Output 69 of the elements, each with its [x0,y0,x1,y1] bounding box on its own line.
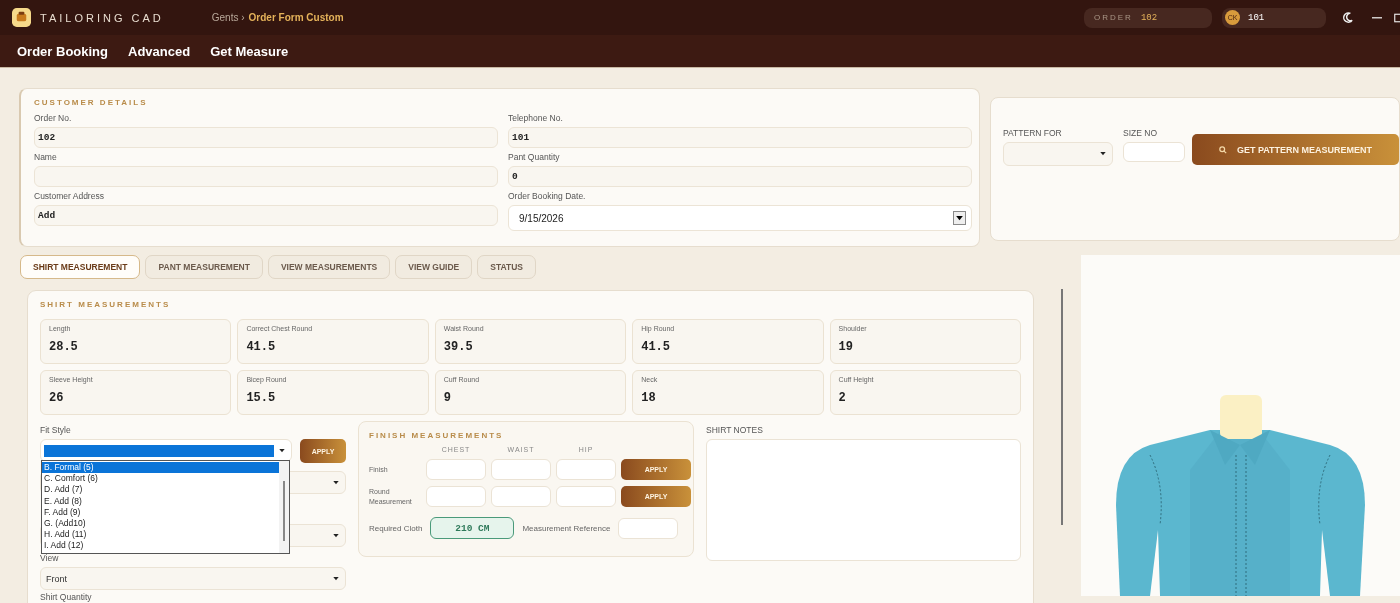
order-badge: ORDER 102 [1084,7,1212,28]
input-field[interactable] [426,486,486,507]
breadcrumb-current: Order Form Custom [248,12,344,23]
input-field[interactable] [491,459,551,480]
nav-link[interactable]: Order Booking [17,43,108,59]
select-field[interactable]: Front [40,567,346,590]
cloth-value-field: 210 CM [430,517,515,539]
input-field[interactable] [34,166,498,187]
input-field[interactable] [1123,142,1185,162]
dropdown-option[interactable]: D. Add (7) [42,484,279,496]
caret-icon [279,448,285,453]
input-field[interactable] [491,486,551,507]
field-label: Required Cloth [369,523,423,533]
input-field[interactable] [426,459,486,480]
input-field[interactable] [556,459,616,480]
select-field[interactable] [40,439,292,462]
field-label: Order No. [34,113,73,123]
dropdown-option[interactable]: B. Formal (5) [42,462,279,474]
moon-icon[interactable] [1341,11,1354,24]
logo-icon [12,8,31,27]
field-label: SHIRT NOTES [706,425,764,435]
date-picker[interactable]: 9/15/2026 [508,205,972,231]
caret-icon [333,480,339,485]
dropdown-option[interactable]: F. Add (9) [42,506,279,518]
input-field[interactable]: 101 [508,127,972,148]
dropdown-option[interactable]: I. Add (12) [42,540,279,552]
scrollbar[interactable] [279,461,289,553]
field-label: Order Booking Date. [508,191,587,201]
section-title: CUSTOMER DETAILS [34,98,149,107]
notes-field[interactable] [706,439,1021,561]
field-label: PATTERN FOR [1003,128,1063,138]
dropdown-option[interactable]: G. (Add10) [42,517,279,530]
input-field[interactable] [618,517,679,539]
scrollbar[interactable] [1061,289,1063,525]
caret-icon [1100,152,1106,156]
nav-link[interactable]: Advanced [128,43,191,59]
dropdown-option[interactable]: C. Comfort (6) [42,473,279,485]
tab[interactable]: SHIRT MEASUREMENT [20,255,141,279]
tab[interactable]: PANT MEASUREMENT [145,255,263,279]
search-icon [1218,145,1227,154]
field-label: Measurement Reference [522,523,611,533]
field-label: Fit Style [40,425,72,435]
section-title: SHIRT MEASUREMENTS [40,300,172,309]
caret-icon [333,576,339,581]
input-field[interactable]: 0 [508,166,972,187]
field-label: Telephone No. [508,113,564,123]
maximize-icon[interactable] [1394,11,1400,24]
field-label: SIZE NO [1123,128,1158,138]
dropdown-option[interactable]: E. Add (8) [42,495,279,507]
app-title: TAILORING CAD [40,11,164,24]
field-label: Pant Quantity [508,152,561,162]
dropdown-option[interactable]: H. Add (11) [42,529,279,541]
input-field[interactable] [556,486,616,507]
tab[interactable]: VIEW MEASUREMENTS [267,255,391,279]
field-label: Customer Address [34,191,105,201]
field-label: Shirt Quantity [40,592,93,602]
tab[interactable]: VIEW GUIDE [395,255,473,279]
input-field[interactable]: 102 [34,127,498,148]
nav-link[interactable]: Get Measure [210,43,289,59]
input-field[interactable]: Add [34,205,498,226]
get-pattern-button[interactable]: GET PATTERN MEASUREMENT [1192,134,1399,165]
caret-icon [333,533,339,538]
tab[interactable]: STATUS [477,255,537,279]
select-field[interactable] [1003,142,1113,166]
field-label: View [40,553,60,563]
dropdown-icon[interactable] [953,211,966,225]
field-label: Name [34,152,58,162]
section-title: FINISH MEASUREMENTS [369,431,505,440]
breadcrumb-link[interactable]: Gents › [211,12,245,23]
